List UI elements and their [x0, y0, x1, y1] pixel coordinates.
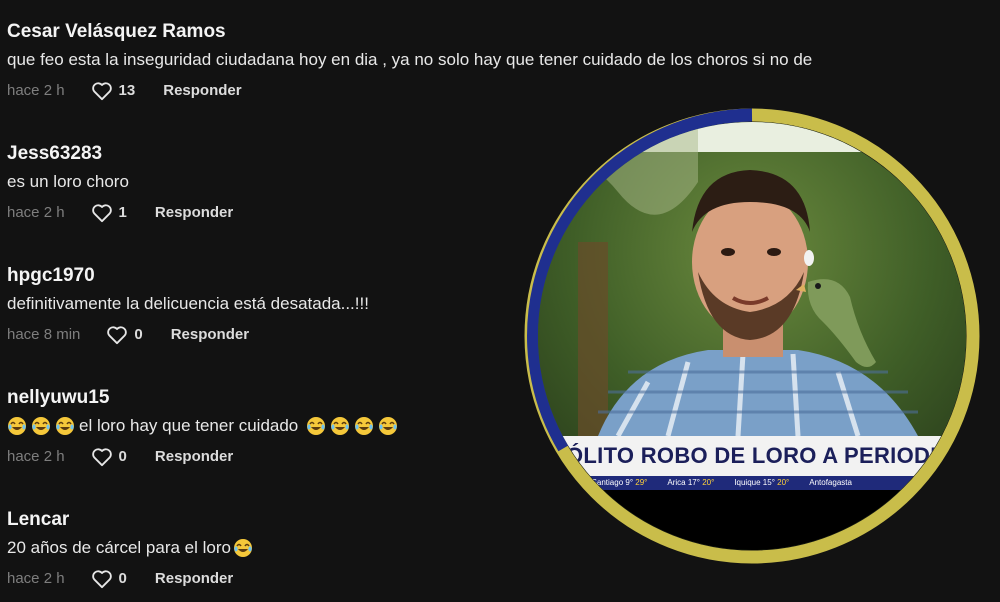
- reply-button[interactable]: Responder: [171, 324, 249, 346]
- comment-text: el loro hay que tener cuidado: [79, 416, 299, 435]
- laughing-tears-emoji-icon: [56, 417, 74, 435]
- heart-outline-icon: [91, 204, 112, 223]
- comment-text: 20 años de cárcel para el loro: [7, 538, 231, 557]
- comment-meta: hace 2 h 13 Responder: [7, 80, 1000, 102]
- weather-ticker: PO Santiago 9° 29° Arica 17° 20° Iquique…: [538, 476, 966, 490]
- reply-button[interactable]: Responder: [155, 446, 233, 468]
- like-count: 0: [134, 326, 143, 343]
- reply-button[interactable]: Responder: [163, 80, 241, 102]
- like-button[interactable]: 0: [91, 568, 127, 590]
- comment-time: hace 2 h: [7, 82, 65, 99]
- laughing-tears-emoji-icon: [233, 539, 252, 557]
- heart-outline-icon: [107, 326, 128, 345]
- reply-button[interactable]: Responder: [155, 202, 233, 224]
- ticker-city: Santiago 9° 29°: [591, 478, 648, 487]
- like-count: 0: [118, 448, 127, 465]
- like-count: 0: [118, 570, 127, 587]
- video-letterbox: [538, 490, 966, 550]
- news-video-thumbnail[interactable]: ÓLITO ROBO DE LORO A PERIODISTA EN V PO …: [524, 108, 980, 564]
- laughing-tears-emoji-icon: [331, 417, 350, 435]
- news-headline: ÓLITO ROBO DE LORO A PERIODISTA EN V: [538, 436, 966, 476]
- like-count: 1: [118, 204, 127, 221]
- like-count: 13: [118, 82, 136, 99]
- comment-meta: hace 2 h 0 Responder: [7, 568, 1000, 590]
- laughing-tears-emoji-icon: [307, 417, 326, 435]
- heart-outline-icon: [91, 570, 112, 589]
- video-frame: ÓLITO ROBO DE LORO A PERIODISTA EN V PO …: [538, 122, 966, 550]
- ticker-tag: PO: [538, 476, 582, 490]
- comment-time: hace 8 min: [7, 326, 81, 343]
- comment-time: hace 2 h: [7, 570, 65, 587]
- like-button[interactable]: 1: [91, 202, 127, 224]
- comment-username[interactable]: Cesar Velásquez Ramos: [7, 20, 1000, 44]
- like-button[interactable]: 0: [91, 446, 127, 468]
- ticker-city: Antofagasta: [809, 478, 852, 487]
- heart-outline-icon: [91, 448, 112, 467]
- comment-time: hace 2 h: [7, 204, 65, 221]
- heart-outline-icon: [91, 82, 112, 101]
- comment-item: Cesar Velásquez Ramos que feo esta la in…: [7, 20, 1000, 102]
- laughing-tears-emoji-icon: [8, 417, 26, 435]
- like-button[interactable]: 13: [91, 80, 136, 102]
- comment-text: que feo esta la inseguridad ciudadana ho…: [7, 50, 813, 69]
- ticker-city: Iquique 15° 20°: [734, 478, 790, 487]
- like-button[interactable]: 0: [106, 324, 143, 346]
- laughing-tears-emoji-icon: [32, 417, 50, 435]
- laughing-tears-emoji-icon: [355, 417, 374, 435]
- comment-time: hace 2 h: [7, 448, 65, 465]
- laughing-tears-emoji-icon: [379, 417, 398, 435]
- ticker-city: Arica 17° 20°: [667, 478, 715, 487]
- reply-button[interactable]: Responder: [155, 568, 233, 590]
